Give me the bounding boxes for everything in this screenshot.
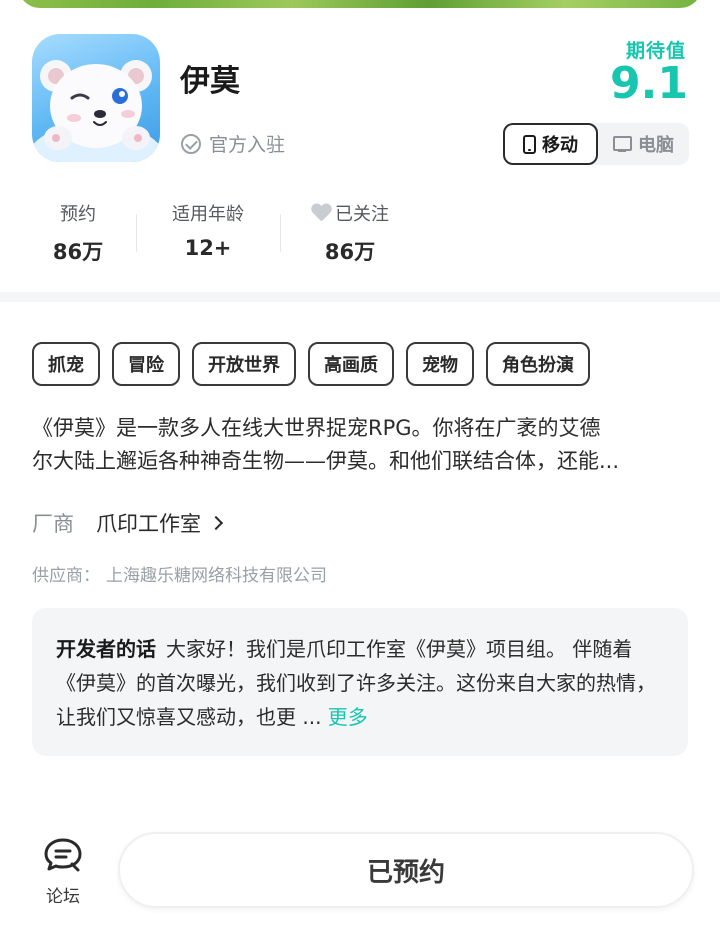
pc-icon bbox=[613, 136, 632, 152]
bottom-action-bar: 论坛 已预约 bbox=[0, 820, 720, 933]
stat-value: 86万 bbox=[52, 240, 104, 264]
device-option-mobile[interactable]: 移动 bbox=[503, 123, 598, 165]
description-line: 尔大陆上邂逅各种神奇生物——伊莫。和他们联结合体，还能... bbox=[32, 449, 620, 473]
game-description[interactable]: 《伊莫》是一款多人在线大世界捉宠RPG。你将在广袤的艾德 尔大陆上邂逅各种神奇生… bbox=[32, 412, 690, 478]
stats-row: 预约 86万 适用年龄 12+ 已关注 86万 bbox=[0, 200, 720, 270]
official-badge: 官方入驻 bbox=[181, 130, 285, 157]
tag-chip[interactable]: 冒险 bbox=[112, 342, 180, 386]
tag-chip[interactable]: 抓宠 bbox=[32, 342, 100, 386]
tag-chip[interactable]: 角色扮演 bbox=[486, 342, 590, 386]
stat-divider bbox=[280, 214, 281, 252]
forum-chat-icon bbox=[42, 836, 84, 876]
developer-note-card[interactable]: 开发者的话 大家好！我们是爪印工作室《伊莫》项目组。 伴随着《伊莫》的首次曝光，我… bbox=[32, 608, 688, 756]
stat-followers[interactable]: 已关注 86万 bbox=[300, 200, 400, 266]
stat-divider bbox=[136, 214, 137, 252]
supplier-label: 供应商： bbox=[32, 566, 100, 586]
description-line: 《伊莫》是一款多人在线大世界捉宠RPG。你将在广袤的艾德 bbox=[32, 416, 601, 440]
app-icon[interactable] bbox=[32, 34, 160, 162]
supplier-row: 供应商： 上海趣乐糖网络科技有限公司 bbox=[32, 561, 327, 586]
check-circle-icon bbox=[181, 133, 201, 154]
official-badge-label: 官方入驻 bbox=[209, 134, 286, 156]
vendor-row[interactable]: 厂商 爪印工作室 bbox=[32, 508, 224, 538]
bear-mascot-icon bbox=[32, 60, 160, 162]
stat-value: 86万 bbox=[324, 240, 376, 264]
vendor-label: 厂商 bbox=[32, 512, 74, 536]
stat-label: 适用年龄 bbox=[172, 204, 244, 225]
reserved-button[interactable]: 已预约 bbox=[118, 832, 694, 908]
tag-chip[interactable]: 高画质 bbox=[308, 342, 394, 386]
stat-label: 已关注 bbox=[335, 204, 389, 225]
stat-age-rating: 适用年龄 12+ bbox=[160, 200, 256, 260]
stat-value: 12+ bbox=[184, 236, 232, 260]
tag-list: 抓宠 冒险 开放世界 高画质 宠物 角色扮演 bbox=[32, 342, 590, 386]
device-option-pc[interactable]: 电脑 bbox=[598, 123, 689, 165]
tag-chip[interactable]: 宠物 bbox=[406, 342, 474, 386]
device-option-label: 移动 bbox=[542, 135, 578, 156]
developer-note-more-link[interactable]: 更多 bbox=[328, 705, 368, 729]
phone-icon bbox=[523, 134, 536, 154]
stat-reservations: 预约 86万 bbox=[42, 200, 114, 266]
app-header: 伊莫 官方入驻 期待值 9.1 移动 电脑 预约 86万 适用年龄 12+ 已关 bbox=[0, 0, 720, 290]
forum-button[interactable]: 论坛 bbox=[40, 836, 86, 907]
device-option-label: 电脑 bbox=[638, 135, 674, 156]
stat-label: 预约 bbox=[60, 204, 96, 225]
heart-icon bbox=[311, 204, 331, 222]
forum-label: 论坛 bbox=[46, 887, 80, 907]
vendor-name: 爪印工作室 bbox=[96, 512, 201, 536]
section-separator bbox=[0, 292, 720, 302]
device-toggle: 移动 电脑 bbox=[503, 123, 689, 165]
app-name: 伊莫 bbox=[180, 64, 240, 99]
chevron-right-icon bbox=[208, 515, 224, 531]
supplier-name: 上海趣乐糖网络科技有限公司 bbox=[106, 566, 327, 586]
tag-chip[interactable]: 开放世界 bbox=[192, 342, 296, 386]
expectation-score-value: 9.1 bbox=[610, 58, 688, 109]
developer-note-title: 开发者的话 bbox=[56, 637, 156, 661]
